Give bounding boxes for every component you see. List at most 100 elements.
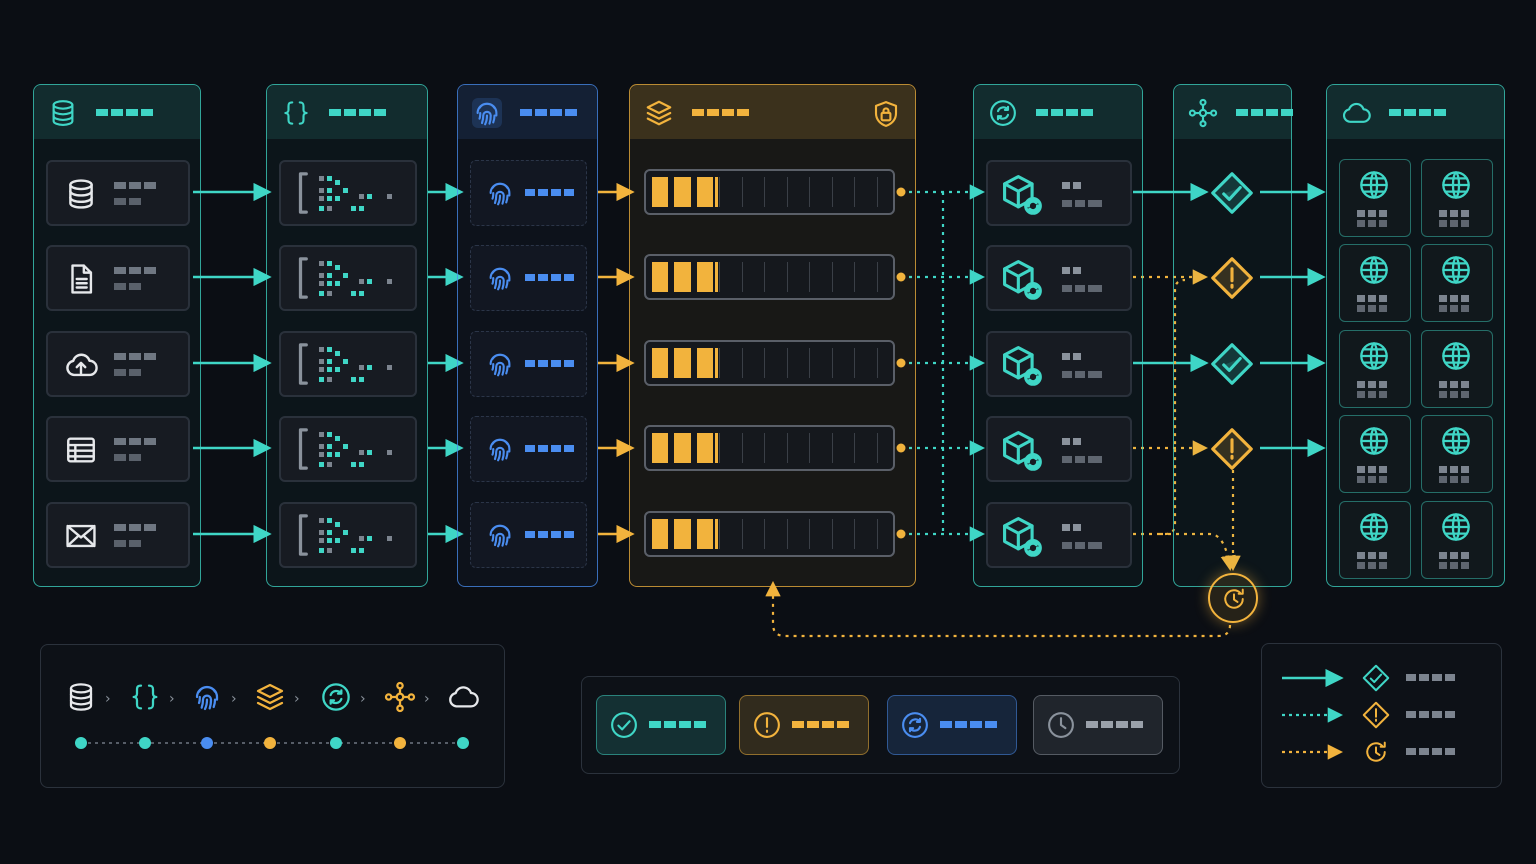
fingerprint-icon (472, 98, 502, 128)
database-icon (52, 100, 74, 126)
queue-slot-empty (854, 348, 856, 378)
status-chip-amber (739, 695, 869, 755)
label-placeholder (1357, 476, 1390, 483)
cube-refresh-icon (1003, 346, 1042, 386)
mail-icon (66, 524, 96, 548)
label-placeholder (1357, 220, 1390, 227)
queue-slot-empty (831, 348, 833, 378)
queue-slot-empty (831, 262, 833, 292)
queue-slot-empty (876, 177, 878, 207)
panel-title-identify (520, 109, 580, 116)
queue-slot-empty (741, 348, 743, 378)
check-diamond-icon (1211, 172, 1253, 214)
parse-token-dots (319, 432, 392, 467)
label-placeholder (525, 531, 577, 538)
fingerprint-icon (489, 267, 511, 291)
layers-icon (646, 100, 672, 126)
cube-refresh-icon (1003, 175, 1042, 215)
label-placeholder (1406, 674, 1458, 681)
deploy-node (1421, 415, 1493, 493)
queue-slot-empty (786, 177, 788, 207)
label-placeholder (1439, 552, 1472, 559)
queue-slot-empty (854, 177, 856, 207)
row-card-process (986, 331, 1132, 397)
queue-slot-empty (719, 433, 721, 463)
queue-bar (644, 340, 895, 386)
sync-circle-icon (902, 712, 928, 738)
globe-icon (1442, 256, 1470, 284)
deploy-node (1421, 244, 1493, 322)
label-placeholder (1439, 305, 1472, 312)
globe-icon (1442, 342, 1470, 370)
label-placeholder (1406, 711, 1458, 718)
status-chip-blue (887, 695, 1017, 755)
queue-slot-empty (741, 433, 743, 463)
label-placeholder (1357, 305, 1390, 312)
queue-slot-empty (719, 348, 721, 378)
row-card-sources (46, 245, 190, 311)
label-placeholder (1357, 295, 1390, 302)
queue-slot-filled (674, 177, 691, 207)
panel-title-deploy (1389, 109, 1449, 116)
panel-title-process (1036, 109, 1096, 116)
queue-bar (644, 511, 895, 557)
queue-cursor (715, 433, 719, 463)
panel-title-parse (329, 109, 389, 116)
check-diamond-icon (1211, 343, 1253, 385)
globe-icon (1360, 342, 1388, 370)
row-card-sources (46, 502, 190, 568)
flow-timeline (75, 737, 469, 749)
label-placeholder (114, 454, 144, 461)
queue-slot-empty (831, 433, 833, 463)
deploy-node (1339, 415, 1411, 493)
label-placeholder (114, 369, 144, 376)
label-placeholder (1062, 353, 1084, 360)
label-placeholder (1439, 476, 1472, 483)
panel-title-sources (96, 109, 156, 116)
row-card-identify (470, 416, 587, 482)
check-diamond-icon (1362, 664, 1390, 692)
flow-dot (264, 737, 276, 749)
label-placeholder (1086, 721, 1146, 728)
queue-slot-empty (786, 348, 788, 378)
queue-cursor (715, 262, 719, 292)
fingerprint-icon (489, 353, 511, 377)
row-card-parse (279, 331, 417, 397)
deploy-node (1421, 330, 1493, 408)
label-placeholder (1439, 295, 1472, 302)
globe-icon (1442, 171, 1470, 199)
queue-slot-filled (674, 262, 691, 292)
globe-icon (1442, 427, 1470, 455)
lock-shield-icon (874, 101, 898, 127)
queue-cursor (715, 177, 719, 207)
label-placeholder (1357, 210, 1390, 217)
panel-header-validate (1174, 85, 1293, 139)
sync-circle-icon (990, 100, 1016, 126)
label-placeholder (1062, 285, 1105, 292)
queue-slot-filled (652, 262, 669, 292)
label-placeholder (114, 524, 159, 531)
queue-slot-empty (741, 519, 743, 549)
parse-token-dots (319, 347, 392, 382)
warning-diamond-icon (1362, 701, 1390, 729)
retry-clock-icon (1224, 588, 1244, 609)
row-card-sources (46, 416, 190, 482)
cube-refresh-icon (1003, 517, 1042, 557)
label-placeholder (1062, 200, 1105, 207)
queue-slot-filled (696, 348, 714, 378)
label-placeholder (525, 360, 577, 367)
queue-slot-empty (809, 348, 811, 378)
fingerprint-icon (489, 524, 511, 548)
queue-slot-filled (652, 433, 669, 463)
queue-bar (644, 254, 895, 300)
database-icon (69, 179, 93, 209)
row-card-identify (470, 245, 587, 311)
flow-legend: › › › › › › (40, 644, 505, 788)
label-placeholder (1439, 220, 1472, 227)
queue-slot-empty (764, 348, 766, 378)
row-card-identify (470, 502, 587, 568)
panel-header-process (974, 85, 1142, 139)
label-placeholder (114, 353, 159, 360)
panel-header-queue (630, 85, 915, 139)
queue-slot-filled (696, 262, 714, 292)
